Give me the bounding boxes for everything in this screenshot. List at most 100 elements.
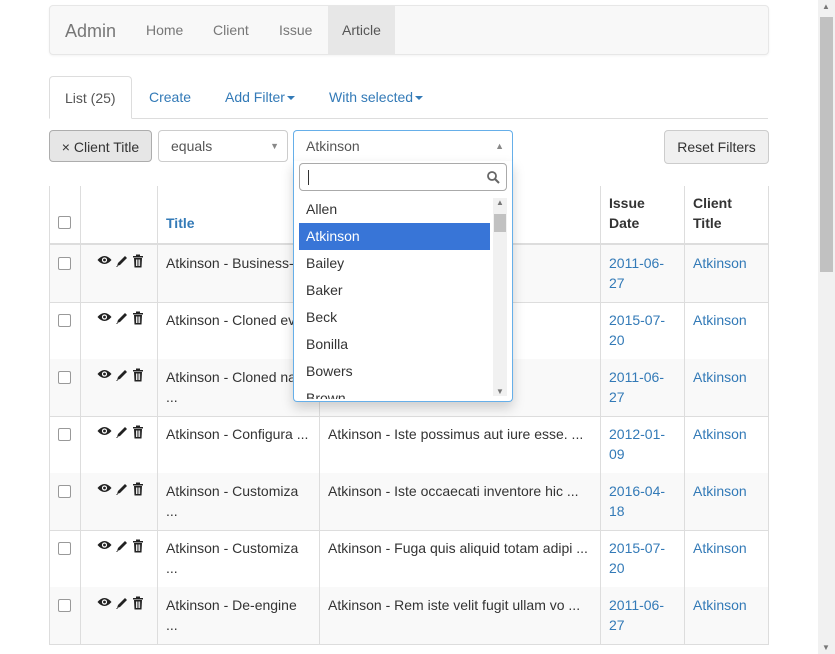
pencil-icon[interactable] — [115, 539, 129, 553]
scroll-up-icon[interactable]: ▲ — [822, 2, 830, 11]
pencil-icon[interactable] — [115, 254, 129, 268]
eye-icon[interactable] — [97, 596, 112, 610]
dropdown-option[interactable]: Baker — [299, 277, 490, 304]
trash-icon[interactable] — [132, 482, 144, 496]
page-scroll-thumb[interactable] — [820, 17, 833, 272]
row-client-title[interactable]: Atkinson — [693, 369, 747, 385]
nav-item-issue[interactable]: Issue — [279, 22, 312, 38]
tab-list[interactable]: List (25) — [49, 76, 132, 119]
column-header-issue-date[interactable]: Issue Date — [609, 193, 645, 233]
tab-with-selected[interactable]: With selected — [329, 76, 424, 118]
dropdown-option[interactable]: Allen — [299, 196, 490, 223]
dropdown-scrollbar[interactable]: ▲ ▼ — [493, 198, 507, 396]
row-title-ellipsis: ... — [166, 389, 178, 405]
caret-down-icon — [415, 96, 424, 101]
dropdown-option-list: Allen Atkinson Bailey Baker Beck Bonilla Bower… — [299, 196, 490, 399]
row-checkbox[interactable] — [58, 428, 71, 441]
row-checkbox[interactable] — [58, 257, 71, 270]
filter-operator-select[interactable]: equals ▼ — [158, 130, 288, 162]
row-issue-date[interactable]: 2011-06- 27 — [609, 369, 664, 405]
page-scrollbar[interactable]: ▲ ▼ — [818, 0, 835, 654]
select-all-checkbox[interactable] — [58, 216, 71, 229]
row-issue-date[interactable]: 2015-07- 20 — [609, 312, 665, 348]
row-checkbox[interactable] — [58, 599, 71, 612]
dropdown-option[interactable]: Bailey — [299, 250, 490, 277]
dropdown-option[interactable]: Bowers — [299, 358, 490, 385]
row-title-ellipsis: ... — [166, 560, 178, 576]
issue-date-part2: 27 — [609, 617, 625, 633]
issue-date-part1: 2015-07- — [609, 540, 666, 556]
table-row: Atkinson - Configura ... Atkinson - Iste … — [49, 416, 769, 474]
issue-date-part2: 27 — [609, 389, 625, 405]
row-issue-date[interactable]: 2015-07- 20 — [609, 540, 665, 576]
trash-icon[interactable] — [132, 425, 144, 439]
column-header-client-title[interactable]: Client Title — [693, 193, 732, 233]
row-issue-date[interactable]: 2016-04- 18 — [609, 483, 665, 519]
filter-value-text: Atkinson — [306, 138, 360, 154]
column-header-title[interactable]: Title — [166, 213, 195, 233]
trash-icon[interactable] — [132, 539, 144, 553]
pencil-icon[interactable] — [115, 596, 129, 610]
trash-icon[interactable] — [132, 254, 144, 268]
table-row: Atkinson - Customiza... Atkinson - Fuga q… — [49, 530, 769, 588]
view-tabs: List (25) Create Add Filter With selecte… — [49, 76, 768, 119]
navbar: Admin Home Client Issue Article — [49, 5, 769, 55]
remove-filter-button[interactable]: × Client Title — [49, 130, 152, 162]
client-title-header-line1: Client — [693, 195, 732, 211]
nav-item-article[interactable]: Article — [328, 6, 395, 54]
eye-icon[interactable] — [97, 482, 112, 496]
eye-icon[interactable] — [97, 311, 112, 325]
row-title-ellipsis: ... — [166, 503, 178, 519]
row-title: Atkinson - Business- — [166, 255, 294, 271]
scroll-down-icon[interactable]: ▼ — [822, 643, 830, 652]
row-checkbox[interactable] — [58, 314, 71, 327]
filter-value-select[interactable]: Atkinson ▲ — [293, 130, 513, 162]
pencil-icon[interactable] — [115, 425, 129, 439]
pencil-icon[interactable] — [115, 368, 129, 382]
row-checkbox[interactable] — [58, 542, 71, 555]
row-client-title[interactable]: Atkinson — [693, 255, 747, 271]
dropdown-scroll-thumb[interactable] — [494, 214, 506, 232]
issue-date-part2: 18 — [609, 503, 625, 519]
row-body: Atkinson - Fuga quis aliquid totam adipi… — [328, 540, 588, 556]
row-client-title[interactable]: Atkinson — [693, 312, 747, 328]
nav-item-client[interactable]: Client — [213, 22, 249, 38]
row-checkbox[interactable] — [58, 371, 71, 384]
scroll-up-icon[interactable]: ▲ — [496, 198, 504, 207]
dropdown-option[interactable]: Atkinson — [299, 223, 490, 250]
row-checkbox[interactable] — [58, 485, 71, 498]
row-issue-date[interactable]: 2011-06- 27 — [609, 255, 664, 291]
dropdown-option[interactable]: Brown — [299, 385, 490, 399]
caret-down-icon — [286, 96, 295, 101]
pencil-icon[interactable] — [115, 482, 129, 496]
with-selected-label: With selected — [329, 89, 414, 105]
trash-icon[interactable] — [132, 311, 144, 325]
eye-icon[interactable] — [97, 539, 112, 553]
row-client-title[interactable]: Atkinson — [693, 483, 747, 499]
scroll-down-icon[interactable]: ▼ — [496, 387, 504, 396]
row-title: Atkinson - De-engine — [166, 597, 297, 613]
row-client-title[interactable]: Atkinson — [693, 426, 747, 442]
tab-create[interactable]: Create — [149, 76, 191, 118]
pencil-icon[interactable] — [115, 311, 129, 325]
eye-icon[interactable] — [97, 425, 112, 439]
row-title: Atkinson - Cloned ev — [166, 312, 296, 328]
trash-icon[interactable] — [132, 596, 144, 610]
chevron-down-icon: ▼ — [270, 141, 279, 151]
row-issue-date[interactable]: 2012-01- 09 — [609, 426, 665, 462]
tab-add-filter[interactable]: Add Filter — [225, 76, 295, 118]
dropdown-option[interactable]: Bonilla — [299, 331, 490, 358]
reset-filters-button[interactable]: Reset Filters — [664, 130, 769, 164]
navbar-brand[interactable]: Admin — [65, 21, 116, 42]
eye-icon[interactable] — [97, 254, 112, 268]
row-issue-date[interactable]: 2011-06- 27 — [609, 597, 664, 633]
row-client-title[interactable]: Atkinson — [693, 540, 747, 556]
table-row: Atkinson - De-engine... Atkinson - Rem is… — [49, 587, 769, 645]
row-client-title[interactable]: Atkinson — [693, 597, 747, 613]
dropdown-search-input[interactable] — [299, 163, 507, 191]
eye-icon[interactable] — [97, 368, 112, 382]
issue-date-part1: 2011-06- — [609, 369, 665, 385]
nav-item-home[interactable]: Home — [146, 22, 183, 38]
dropdown-option[interactable]: Beck — [299, 304, 490, 331]
trash-icon[interactable] — [132, 368, 144, 382]
